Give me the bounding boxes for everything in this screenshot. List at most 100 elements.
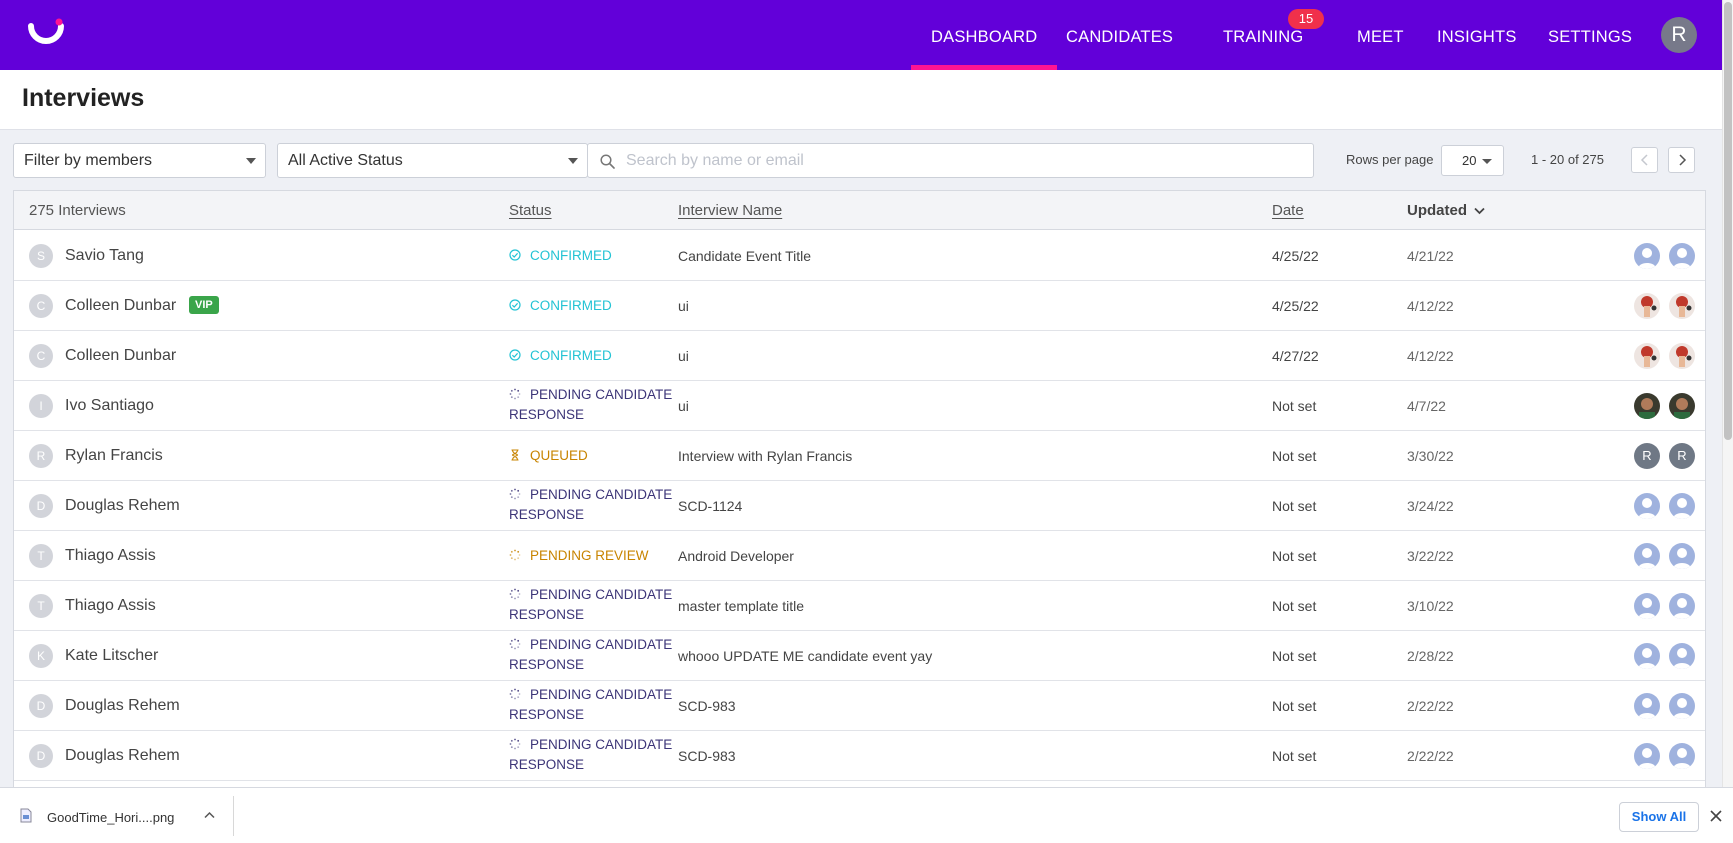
interviewer-avatar[interactable]	[1669, 693, 1695, 719]
date-column-header[interactable]: Date	[1272, 202, 1304, 219]
download-file-name[interactable]: GoodTime_Hori....png	[47, 810, 174, 825]
interviewer-avatar[interactable]	[1669, 243, 1695, 269]
interviewer-avatar[interactable]	[1634, 743, 1660, 769]
nav-insights[interactable]: INSIGHTS	[1437, 0, 1517, 70]
interviewer-avatar[interactable]	[1634, 393, 1660, 419]
table-row[interactable]: T Thiago Assis PENDING REVIEW Android Devel…	[14, 531, 1705, 581]
next-page-button[interactable]	[1668, 147, 1695, 173]
nav-settings[interactable]: SETTINGS	[1548, 0, 1632, 70]
table-row[interactable]: D Douglas Rehem PENDING CANDIDATE RESPONSE…	[14, 481, 1705, 531]
table-row[interactable]: C Colleen Dunbar VIP CONFIRMED ui 4/25/22 4/12…	[14, 281, 1705, 331]
candidate-name[interactable]: Kate Litscher	[65, 647, 158, 665]
close-icon[interactable]	[1710, 810, 1722, 822]
interviewer-avatar[interactable]	[1669, 593, 1695, 619]
nav-meet[interactable]: MEET	[1357, 0, 1404, 70]
candidate-name[interactable]: Savio Tang	[65, 247, 144, 265]
rows-per-page-value: 20	[1462, 153, 1477, 168]
chevron-right-icon	[1678, 154, 1686, 166]
status-badge: PENDING CANDIDATE RESPONSE	[509, 685, 679, 725]
table-row[interactable]: I Ivo Santiago PENDING CANDIDATE RESPONSE u…	[14, 381, 1705, 431]
interviewer-avatar[interactable]	[1669, 343, 1695, 369]
interviewer-avatar[interactable]	[1634, 643, 1660, 669]
caret-down-icon	[1482, 159, 1492, 164]
interview-name[interactable]: Interview with Rylan Francis	[678, 448, 852, 464]
interviewer-avatar[interactable]	[1634, 593, 1660, 619]
interview-date: Not set	[1272, 748, 1317, 764]
interview-name[interactable]: ui	[678, 348, 689, 364]
table-row[interactable]: D Douglas Rehem PENDING CANDIDATE RESPONSE…	[14, 731, 1705, 781]
interviewer-avatar[interactable]: R	[1634, 443, 1660, 469]
rows-per-page-select[interactable]: 20	[1441, 145, 1504, 176]
nav-dashboard[interactable]: DASHBOARD	[910, 0, 1058, 70]
interviewer-avatar[interactable]	[1669, 743, 1695, 769]
members-filter-select[interactable]: Filter by members	[13, 143, 266, 178]
status-text: PENDING CANDIDATE RESPONSE	[509, 387, 673, 422]
updated-column-header[interactable]: Updated	[1407, 202, 1485, 219]
table-row[interactable]: T Thiago Assis PENDING CANDIDATE RESPONSE m…	[14, 581, 1705, 631]
search-input[interactable]	[626, 144, 1296, 177]
interviewer-avatar[interactable]	[1669, 643, 1695, 669]
scrollbar-thumb[interactable]	[1724, 2, 1732, 440]
status-text: PENDING REVIEW	[530, 548, 649, 563]
interviewer-avatar[interactable]	[1669, 393, 1695, 419]
check-circle-icon	[509, 349, 521, 361]
interview-name-column-header[interactable]: Interview Name	[678, 202, 782, 219]
interviewer-avatar[interactable]	[1669, 493, 1695, 519]
user-silhouette-icon	[1673, 548, 1691, 569]
interviewer-avatar[interactable]	[1669, 293, 1695, 319]
table-row[interactable]: R Rylan Francis QUEUED Interview with Rylan…	[14, 431, 1705, 481]
interview-name[interactable]: SCD-983	[678, 698, 736, 714]
nav-candidates[interactable]: CANDIDATES	[1066, 0, 1173, 70]
interviewer-avatar[interactable]	[1634, 243, 1660, 269]
candidate-name[interactable]: Thiago Assis	[65, 547, 156, 565]
user-avatar[interactable]: R	[1661, 17, 1697, 53]
status-badge: CONFIRMED	[509, 346, 612, 366]
status-badge: PENDING CANDIDATE RESPONSE	[509, 385, 679, 425]
spinner-icon	[509, 549, 521, 561]
candidate-name[interactable]: Colleen Dunbar	[65, 297, 176, 315]
candidate-name[interactable]: Douglas Rehem	[65, 747, 180, 765]
candidate-name[interactable]: Douglas Rehem	[65, 497, 180, 515]
candidate-initial-avatar: K	[29, 644, 53, 668]
interview-name[interactable]: ui	[678, 398, 689, 414]
interviewer-avatar[interactable]	[1634, 693, 1660, 719]
candidate-name[interactable]: Douglas Rehem	[65, 697, 180, 715]
candidate-initial-avatar: I	[29, 394, 53, 418]
interviewer-avatar[interactable]	[1634, 493, 1660, 519]
status-column-header[interactable]: Status	[509, 202, 552, 219]
candidate-name[interactable]: Colleen Dunbar	[65, 347, 176, 365]
table-row[interactable]: K Kate Litscher PENDING CANDIDATE RESPONSE…	[14, 631, 1705, 681]
avatar-photo-icon	[1676, 346, 1692, 367]
candidate-name[interactable]: Ivo Santiago	[65, 397, 154, 415]
interview-name[interactable]: SCD-1124	[678, 498, 742, 514]
show-all-button[interactable]: Show All	[1619, 802, 1699, 832]
interview-name[interactable]: master template title	[678, 598, 804, 614]
status-filter-select[interactable]: All Active Status	[277, 143, 588, 178]
candidate-name[interactable]: Thiago Assis	[65, 597, 156, 615]
interview-name[interactable]: Candidate Event Title	[678, 248, 811, 264]
interview-name[interactable]: SCD-983	[678, 748, 736, 764]
prev-page-button[interactable]	[1631, 147, 1658, 173]
table-row[interactable]: C Colleen Dunbar CONFIRMED ui 4/27/22 4/12/22	[14, 331, 1705, 381]
candidate-name[interactable]: Rylan Francis	[65, 447, 163, 465]
status-badge: PENDING REVIEW	[509, 546, 649, 566]
goodtime-logo[interactable]	[27, 18, 65, 50]
table-row[interactable]: S Savio Tang CONFIRMED Candidate Event Titl…	[14, 231, 1705, 281]
interviewer-avatar[interactable]	[1669, 543, 1695, 569]
avatar-photo-icon	[1674, 398, 1690, 419]
interviewer-avatar[interactable]	[1634, 543, 1660, 569]
spinner-icon	[509, 638, 521, 650]
user-silhouette-icon	[1638, 248, 1656, 269]
interviewer-avatar[interactable]	[1634, 293, 1660, 319]
interviewer-avatar[interactable]: R	[1669, 443, 1695, 469]
interview-name[interactable]: Android Developer	[678, 548, 794, 564]
interviews-table: 275 Interviews Status Interview Name Dat…	[13, 190, 1706, 790]
status-badge: QUEUED	[509, 446, 588, 466]
table-row[interactable]: D Douglas Rehem PENDING CANDIDATE RESPONSE…	[14, 681, 1705, 731]
interview-name[interactable]: ui	[678, 298, 689, 314]
chevron-up-icon[interactable]	[204, 811, 215, 819]
interviewer-avatar[interactable]	[1634, 343, 1660, 369]
interview-name[interactable]: whooo UPDATE ME candidate event yay	[678, 648, 932, 664]
status-text: PENDING CANDIDATE RESPONSE	[509, 637, 673, 672]
status-badge: PENDING CANDIDATE RESPONSE	[509, 585, 679, 625]
